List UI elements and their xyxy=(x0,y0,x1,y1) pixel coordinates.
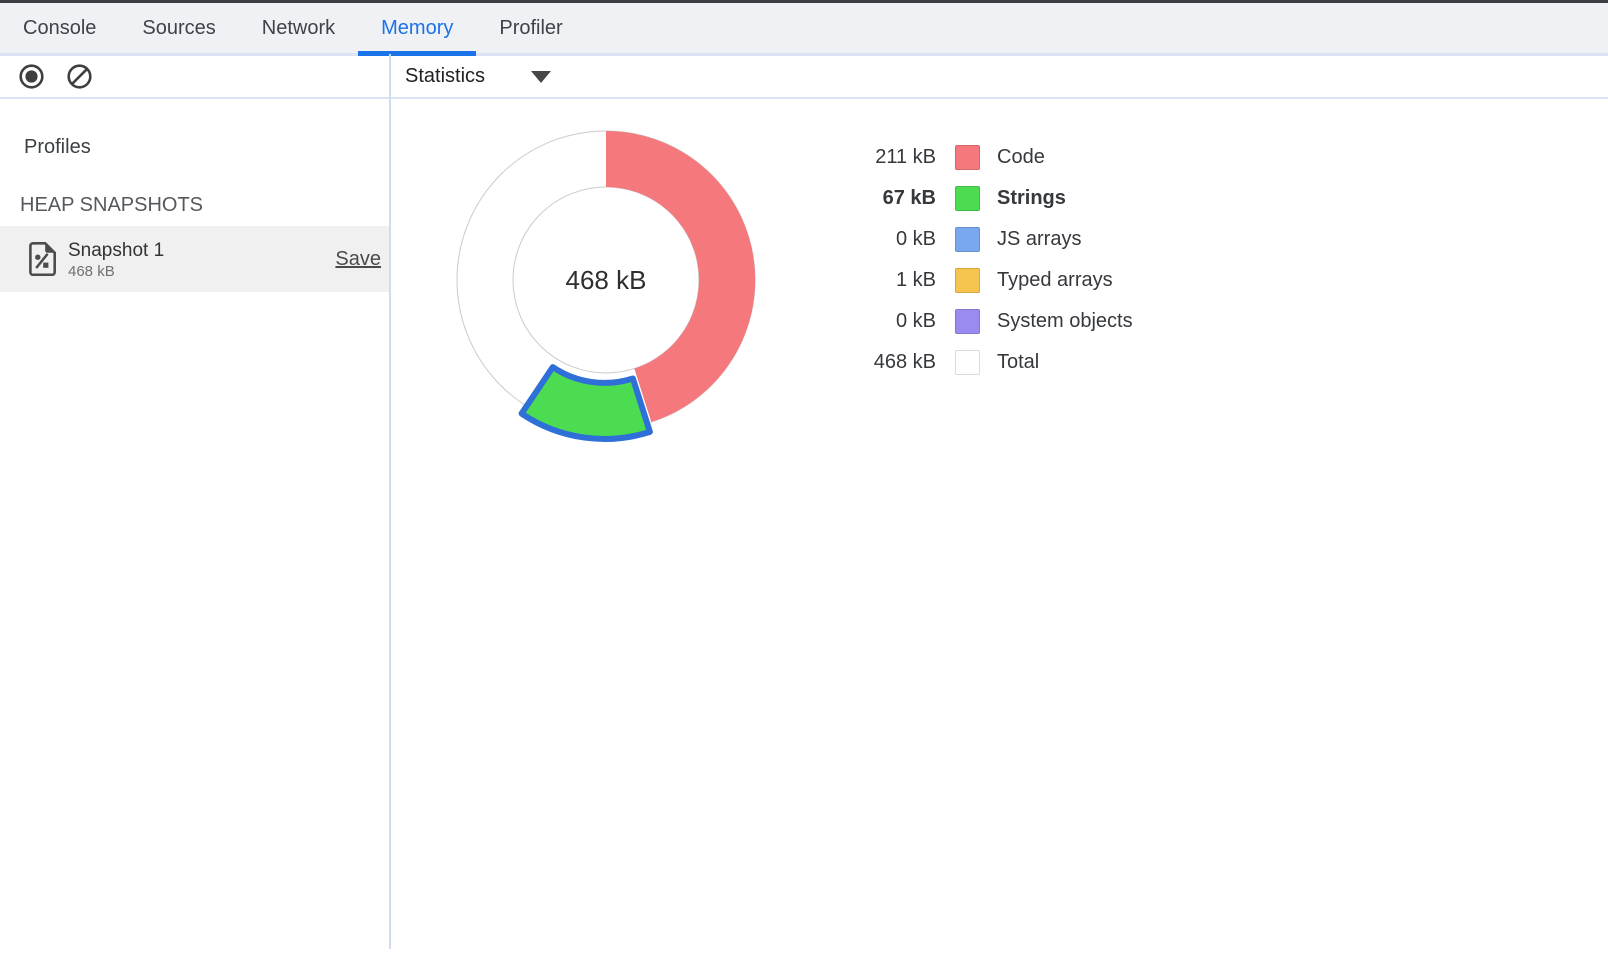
chart-legend: 211 kB Code 67 kB Strings 0 kB JS arrays… xyxy=(845,137,1133,383)
toolbar-right-section: Statistics xyxy=(390,56,551,97)
legend-row-code[interactable]: 211 kB Code xyxy=(845,137,1133,178)
legend-row-typed-arrays[interactable]: 1 kB Typed arrays xyxy=(845,260,1133,301)
legend-label: Code xyxy=(997,146,1045,169)
toolbar-left-section xyxy=(0,56,390,97)
legend-label: Total xyxy=(997,351,1039,374)
statistics-view: 468 kB 211 kB Code 67 kB Strings 0 kB JS… xyxy=(391,99,1608,952)
legend-value: 0 kB xyxy=(845,310,936,333)
js-arrays-swatch-icon xyxy=(955,227,980,252)
panel-content: Profiles HEAP SNAPSHOTS Snapshot 1 468 k… xyxy=(0,99,1608,952)
tab-sources[interactable]: Sources xyxy=(119,3,238,53)
code-swatch-icon xyxy=(955,145,980,170)
legend-label: Typed arrays xyxy=(997,269,1113,292)
tab-memory[interactable]: Memory xyxy=(358,3,476,53)
system-objects-swatch-icon xyxy=(955,309,980,334)
legend-value: 211 kB xyxy=(845,146,936,169)
perspective-dropdown[interactable]: Statistics xyxy=(405,65,551,88)
legend-value: 468 kB xyxy=(845,351,936,374)
profiles-sidebar: Profiles HEAP SNAPSHOTS Snapshot 1 468 k… xyxy=(0,99,389,952)
profiles-heading: Profiles xyxy=(24,134,389,160)
record-icon[interactable] xyxy=(18,63,45,90)
perspective-dropdown-label: Statistics xyxy=(405,65,485,88)
save-link[interactable]: Save xyxy=(335,248,381,271)
memory-toolbar: Statistics xyxy=(0,56,1608,99)
legend-value: 1 kB xyxy=(845,269,936,292)
heap-donut-chart: 468 kB xyxy=(436,110,776,450)
snapshot-list-item[interactable]: Snapshot 1 468 kB Save xyxy=(0,226,389,292)
total-swatch-icon xyxy=(955,350,980,375)
triangle-down-icon xyxy=(531,71,551,83)
legend-row-js-arrays[interactable]: 0 kB JS arrays xyxy=(845,219,1133,260)
legend-label: System objects xyxy=(997,310,1133,333)
legend-row-total[interactable]: 468 kB Total xyxy=(845,342,1133,383)
strings-swatch-icon xyxy=(955,186,980,211)
tab-profiler[interactable]: Profiler xyxy=(476,3,585,53)
legend-row-system-objects[interactable]: 0 kB System objects xyxy=(845,301,1133,342)
devtools-tab-bar: Console Sources Network Memory Profiler xyxy=(0,3,1608,56)
block-clear-icon[interactable] xyxy=(66,63,93,90)
legend-value: 0 kB xyxy=(845,228,936,251)
legend-row-strings[interactable]: 67 kB Strings xyxy=(845,178,1133,219)
donut-center-label: 468 kB xyxy=(566,265,647,295)
snapshot-title: Snapshot 1 xyxy=(68,239,164,263)
tab-console[interactable]: Console xyxy=(0,3,119,53)
legend-label: JS arrays xyxy=(997,228,1081,251)
document-percent-icon xyxy=(28,242,56,276)
tab-network[interactable]: Network xyxy=(239,3,358,53)
heap-snapshots-section-heading: HEAP SNAPSHOTS xyxy=(20,192,389,218)
donut-slice-strings[interactable] xyxy=(522,367,650,439)
snapshot-meta: Snapshot 1 468 kB xyxy=(68,239,164,280)
legend-value: 67 kB xyxy=(845,187,936,210)
typed-arrays-swatch-icon xyxy=(955,268,980,293)
legend-label: Strings xyxy=(997,187,1066,210)
snapshot-size: 468 kB xyxy=(68,263,164,280)
